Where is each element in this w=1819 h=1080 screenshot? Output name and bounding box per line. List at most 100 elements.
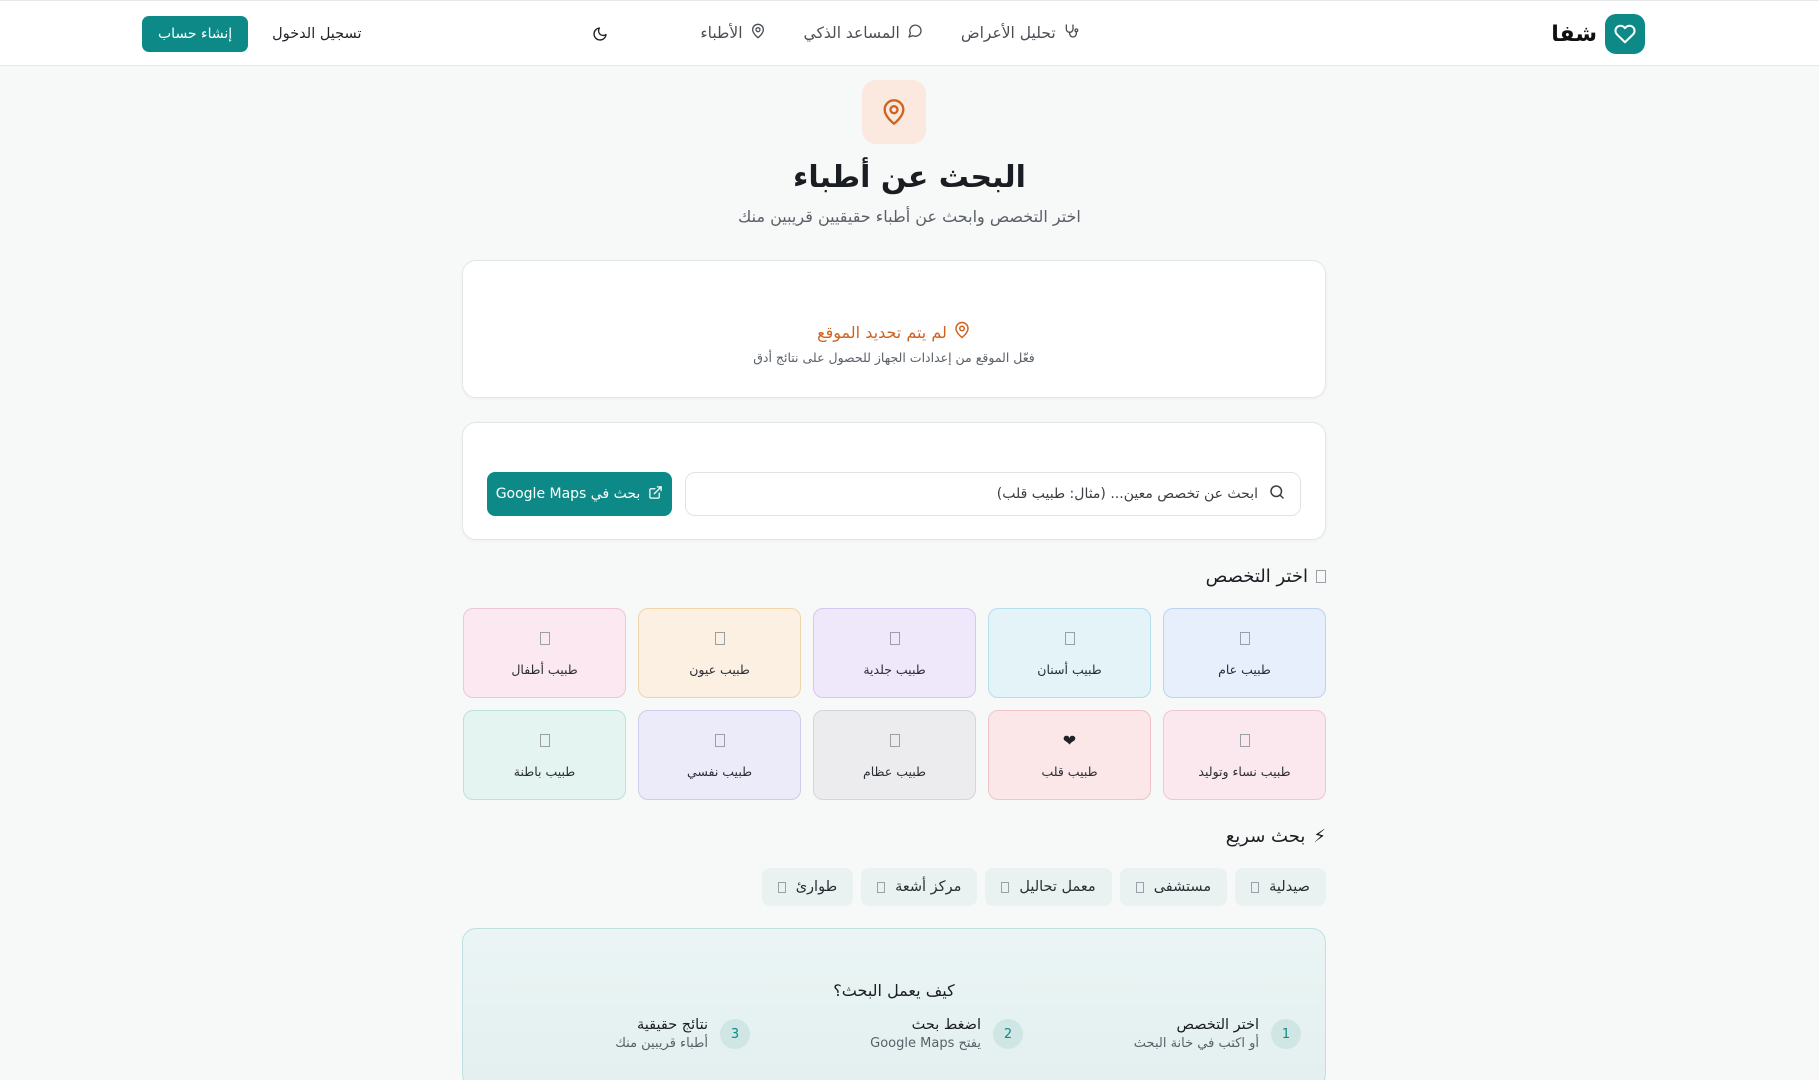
lightning-icon: ⚡ bbox=[1313, 826, 1326, 847]
external-link-icon bbox=[648, 485, 663, 504]
step-3: 3 نتائج حقيقية أطباء قريبين منك bbox=[615, 1017, 750, 1051]
top-navbar: شفا تحليل الأعراض المساعد الذكي الأطباء … bbox=[0, 0, 1819, 66]
login-button[interactable]: تسجيل الدخول bbox=[272, 26, 361, 42]
quick-search-chips: صيدلية مستشفى معمل تحاليل مركز أشعة طوارئ bbox=[761, 868, 1326, 906]
moon-icon[interactable] bbox=[582, 16, 618, 52]
specialty-icon bbox=[539, 630, 550, 648]
step-number: 1 bbox=[1271, 1019, 1301, 1049]
stethoscope-icon bbox=[1063, 23, 1079, 43]
header-actions: إنشاء حساب تسجيل الدخول bbox=[142, 16, 638, 52]
chip-label: مركز أشعة bbox=[895, 879, 962, 895]
how-it-works-card: كيف يعمل البحث؟ 1 اختر التخصص أو اكتب في… bbox=[462, 928, 1326, 1080]
specialty-icon bbox=[889, 732, 900, 750]
search-card: بحث في Google Maps bbox=[462, 422, 1326, 540]
chip-icon bbox=[1001, 881, 1010, 893]
step-description: يفتح Google Maps bbox=[870, 1036, 981, 1051]
chip-icon bbox=[777, 881, 786, 893]
specialty-icon bbox=[714, 630, 725, 648]
specialty-tile[interactable]: طبيب أسنان bbox=[988, 608, 1151, 698]
quick-search-chip[interactable]: معمل تحاليل bbox=[985, 868, 1112, 906]
specialty-icon bbox=[539, 732, 550, 750]
quick-search-heading: ⚡ بحث سريع bbox=[1226, 826, 1326, 847]
step-title: نتائج حقيقية bbox=[637, 1017, 708, 1033]
google-maps-button-label: بحث في Google Maps bbox=[495, 486, 641, 502]
placeholder-glyph-icon bbox=[539, 632, 550, 645]
specialty-tile[interactable]: طبيب أطفال bbox=[463, 608, 626, 698]
specialty-tile[interactable]: طبيب باطنة bbox=[463, 710, 626, 800]
placeholder-glyph-icon bbox=[889, 734, 900, 747]
placeholder-glyph-icon bbox=[1064, 632, 1075, 645]
stethoscope-icon bbox=[1316, 570, 1326, 583]
specialty-tile[interactable]: طبيب عام bbox=[1163, 608, 1326, 698]
chip-label: معمل تحاليل bbox=[1019, 879, 1096, 895]
placeholder-glyph-icon bbox=[714, 734, 725, 747]
placeholder-glyph-icon bbox=[539, 734, 550, 747]
quick-search-chip[interactable]: طوارئ bbox=[761, 868, 854, 906]
specialty-label: طبيب عام bbox=[1218, 661, 1271, 677]
location-hint: فعّل الموقع من إعدادات الجهاز للحصول على… bbox=[753, 350, 1035, 365]
location-status-card: لم يتم تحديد الموقع فعّل الموقع من إعداد… bbox=[462, 260, 1326, 398]
specialty-tile[interactable]: طبيب عيون bbox=[638, 608, 801, 698]
quick-search-chip[interactable]: صيدلية bbox=[1235, 868, 1326, 906]
specialty-heading: اختر التخصص bbox=[1206, 566, 1326, 587]
nav-item-symptoms[interactable]: تحليل الأعراض bbox=[961, 23, 1079, 43]
map-pin-icon bbox=[750, 23, 766, 43]
specialty-icon bbox=[1239, 630, 1250, 648]
nav-item-doctors[interactable]: الأطباء bbox=[700, 23, 765, 43]
placeholder-glyph-icon bbox=[714, 632, 725, 645]
specialty-label: طبيب باطنة bbox=[513, 763, 576, 779]
step-1: 1 اختر التخصص أو اكتب في خانة البحث bbox=[1134, 1017, 1301, 1051]
specialty-icon bbox=[714, 732, 725, 750]
location-status: لم يتم تحديد الموقع bbox=[463, 321, 1325, 343]
signup-button[interactable]: إنشاء حساب bbox=[142, 16, 249, 52]
chip-icon bbox=[1135, 881, 1144, 893]
search-field[interactable] bbox=[685, 472, 1301, 516]
chip-icon bbox=[1251, 881, 1260, 893]
chip-label: صيدلية bbox=[1269, 879, 1310, 895]
placeholder-glyph-icon bbox=[889, 632, 900, 645]
specialty-label: طبيب جلدية bbox=[863, 661, 926, 677]
step-description: أطباء قريبين منك bbox=[615, 1036, 708, 1051]
specialty-tile[interactable]: طبيب عظام bbox=[813, 710, 976, 800]
quick-search-chip[interactable]: مستشفى bbox=[1119, 868, 1228, 906]
specialty-tile[interactable]: طبيب جلدية bbox=[813, 608, 976, 698]
google-maps-search-button[interactable]: بحث في Google Maps bbox=[487, 472, 672, 516]
map-pin-icon bbox=[953, 321, 971, 343]
specialty-icon bbox=[1064, 630, 1075, 648]
quick-search-chip[interactable]: مركز أشعة bbox=[861, 868, 978, 906]
placeholder-glyph-icon bbox=[1239, 632, 1250, 645]
chip-label: طوارئ bbox=[795, 879, 838, 895]
specialty-tile[interactable]: طبيب نفسي bbox=[638, 710, 801, 800]
specialty-icon bbox=[1239, 732, 1250, 750]
placeholder-glyph-icon bbox=[1239, 734, 1250, 747]
search-icon bbox=[1268, 483, 1286, 505]
specialty-label: طبيب عظام bbox=[863, 763, 927, 779]
nav-item-assistant[interactable]: المساعد الذكي bbox=[804, 23, 923, 43]
page-subtitle: اختر التخصص وابحث عن أطباء حقيقيين قريبي… bbox=[738, 207, 1081, 226]
nav-item-label: تحليل الأعراض bbox=[960, 24, 1056, 42]
chat-bubble-icon bbox=[907, 23, 923, 43]
specialty-tile[interactable]: ❤ طبيب قلب bbox=[988, 710, 1151, 800]
specialty-label: طبيب نساء وتوليد bbox=[1198, 763, 1291, 779]
specialty-label: طبيب أسنان bbox=[1037, 661, 1102, 677]
specialty-label: طبيب عيون bbox=[689, 661, 750, 677]
how-it-works-title: كيف يعمل البحث؟ bbox=[833, 981, 955, 1000]
specialty-tile[interactable]: طبيب نساء وتوليد bbox=[1163, 710, 1326, 800]
chip-icon bbox=[877, 881, 886, 893]
step-number: 3 bbox=[720, 1019, 750, 1049]
location-status-text: لم يتم تحديد الموقع bbox=[817, 322, 947, 342]
nav-item-label: الأطباء bbox=[700, 24, 743, 42]
step-2: 2 اضغط بحث يفتح Google Maps bbox=[870, 1017, 1023, 1051]
search-input[interactable] bbox=[686, 486, 1258, 502]
page-title: البحث عن أطباء bbox=[793, 160, 1026, 195]
quick-search-heading-text: بحث سريع bbox=[1225, 826, 1306, 847]
step-description: أو اكتب في خانة البحث bbox=[1133, 1036, 1259, 1051]
step-title: اضغط بحث bbox=[911, 1017, 981, 1033]
specialty-heading-text: اختر التخصص bbox=[1205, 566, 1308, 587]
chip-label: مستشفى bbox=[1153, 879, 1212, 895]
nav-item-label: المساعد الذكي bbox=[803, 24, 900, 42]
map-pin-icon bbox=[862, 80, 926, 144]
specialty-icon bbox=[889, 630, 900, 648]
specialty-grid: طبيب عام طبيب أسنان طبيب جلدية طبيب عيون طبي… bbox=[462, 608, 1326, 800]
specialty-label: طبيب قلب bbox=[1041, 763, 1098, 779]
